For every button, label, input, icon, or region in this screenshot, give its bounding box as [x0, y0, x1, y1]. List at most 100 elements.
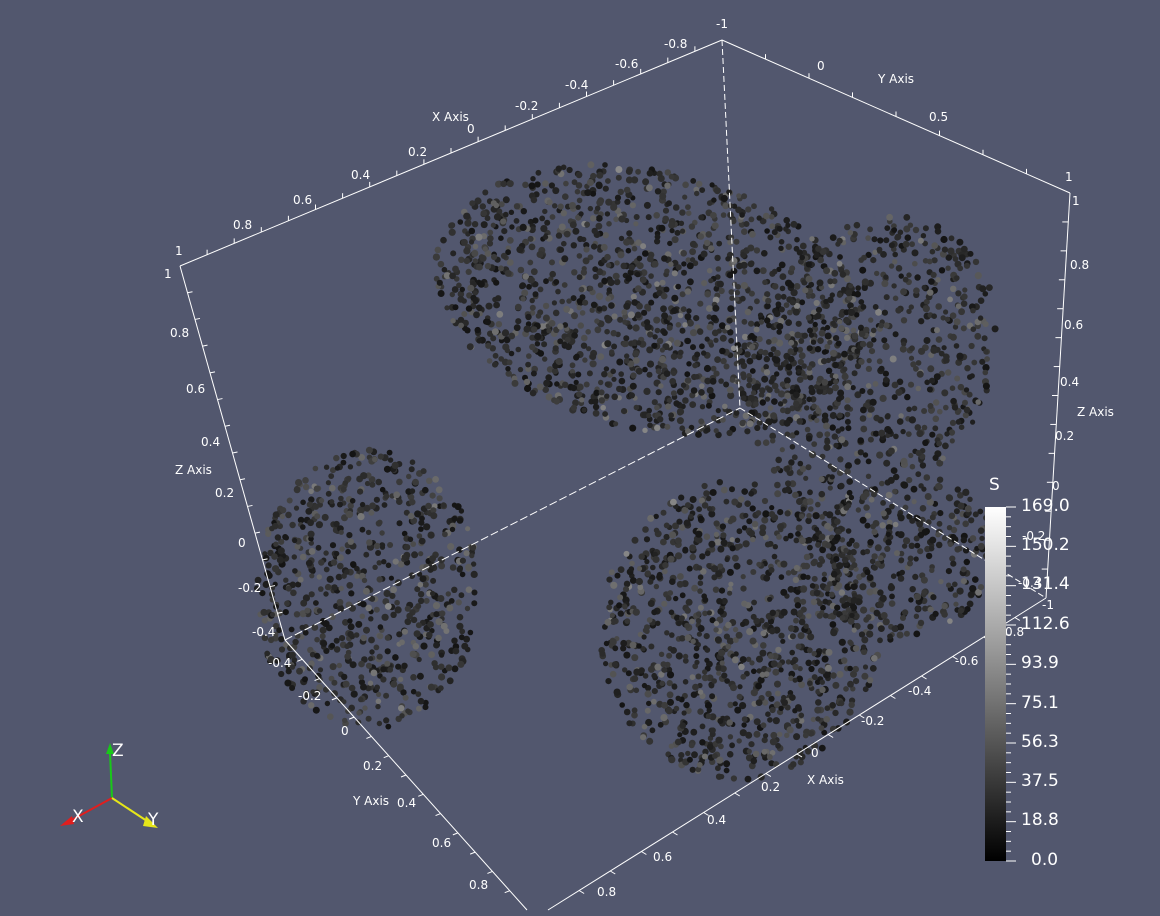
glyph-point	[324, 583, 332, 591]
glyph-point	[916, 521, 924, 528]
glyph-point	[665, 595, 672, 602]
glyph-point	[949, 438, 955, 444]
glyph-point	[433, 611, 440, 618]
glyph-point	[804, 405, 810, 411]
glyph-point	[598, 397, 605, 404]
glyph-point	[385, 562, 392, 569]
glyph-point	[668, 609, 675, 616]
glyph-point	[506, 359, 513, 366]
glyph-point	[768, 351, 774, 358]
glyph-point	[338, 495, 344, 502]
glyph-point	[713, 627, 719, 633]
glyph-point	[915, 450, 922, 457]
glyph-point	[762, 279, 768, 286]
glyph-point	[657, 416, 664, 423]
glyph-point	[646, 360, 655, 368]
glyph-point	[848, 640, 854, 647]
glyph-point	[778, 261, 786, 269]
glyph-point	[767, 405, 774, 411]
glyph-point	[451, 665, 459, 673]
glyph-point	[730, 345, 737, 352]
glyph-point	[665, 403, 672, 410]
glyph-point	[977, 527, 985, 534]
glyph-point	[950, 560, 957, 567]
glyph-point	[723, 363, 730, 370]
glyph-point	[711, 415, 717, 421]
glyph-point	[852, 665, 859, 673]
glyph-point	[379, 542, 386, 549]
glyph-point	[590, 215, 597, 222]
glyph-point	[887, 447, 895, 455]
glyph-point	[309, 573, 315, 579]
glyph-point	[956, 238, 964, 246]
glyph-point	[706, 610, 713, 616]
glyph-point	[321, 513, 329, 521]
glyph-point	[357, 513, 365, 521]
glyph-point	[648, 299, 655, 306]
glyph-point	[601, 277, 608, 285]
glyph-point	[468, 227, 476, 235]
glyph-point	[620, 645, 627, 652]
glyph-point	[437, 595, 445, 602]
glyph-point	[739, 295, 746, 302]
glyph-point	[821, 412, 829, 419]
glyph-point	[627, 311, 635, 319]
glyph-point	[383, 717, 390, 724]
glyph-point	[753, 247, 761, 254]
glyph-point	[846, 708, 854, 716]
glyph-point	[543, 278, 549, 285]
glyph-point	[671, 294, 679, 302]
glyph-point	[642, 366, 648, 373]
glyph-point	[847, 308, 856, 316]
glyph-point	[677, 349, 684, 356]
glyph-point	[915, 360, 922, 366]
3d-viewport[interactable]: -1 -0.8 -0.6 -0.4 -0.2 X Axis 0 0.2 0.4 …	[0, 0, 1160, 912]
glyph-point	[306, 501, 313, 508]
glyph-point	[815, 312, 822, 319]
glyph-point	[770, 466, 778, 474]
glyph-point	[921, 424, 928, 431]
glyph-point	[463, 550, 470, 557]
glyph-point	[750, 689, 758, 697]
glyph-point	[806, 293, 812, 299]
glyph-point	[315, 544, 322, 551]
glyph-point	[740, 585, 747, 592]
glyph-point	[937, 408, 943, 415]
glyph-point	[878, 625, 885, 632]
glyph-point	[480, 210, 488, 217]
glyph-point	[508, 332, 516, 340]
glyph-point	[776, 323, 784, 330]
glyph-point	[676, 518, 683, 525]
glyph-point	[475, 263, 483, 271]
glyph-point	[776, 731, 783, 738]
glyph-point	[677, 732, 683, 738]
glyph-point	[430, 512, 438, 520]
glyph-point	[962, 520, 969, 528]
glyph-point	[684, 377, 692, 384]
glyph-point	[613, 421, 619, 427]
glyph-point	[611, 343, 618, 350]
glyph-point	[699, 404, 706, 410]
glyph-point	[846, 503, 852, 509]
glyph-point	[981, 335, 988, 342]
y-axis-title-bottom: Y Axis	[352, 794, 389, 808]
glyph-point	[909, 586, 916, 593]
glyph-point	[658, 651, 665, 657]
glyph-point	[694, 190, 700, 197]
glyph-point	[839, 271, 847, 278]
scene-canvas[interactable]: -1 -0.8 -0.6 -0.4 -0.2 X Axis 0 0.2 0.4 …	[0, 0, 1160, 912]
glyph-point	[844, 397, 851, 404]
glyph-point	[880, 510, 887, 517]
glyph-point	[864, 512, 872, 519]
glyph-point	[962, 287, 968, 293]
glyph-point	[643, 201, 651, 209]
tick-mark	[348, 716, 355, 720]
glyph-point	[740, 395, 747, 402]
glyph-point	[868, 348, 876, 355]
glyph-point	[656, 337, 664, 345]
glyph-point	[362, 587, 370, 595]
glyph-point	[582, 299, 589, 306]
glyph-point	[906, 272, 912, 278]
glyph-point	[653, 513, 659, 520]
glyph-point	[632, 350, 640, 357]
